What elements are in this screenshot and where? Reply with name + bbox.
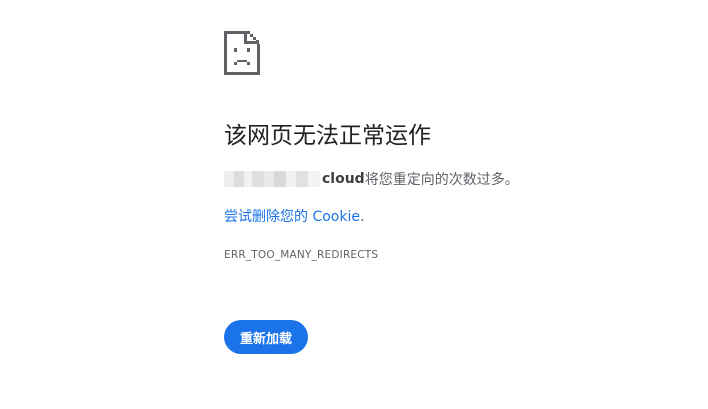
error-description: cloud 将您重定向的次数过多。 — [224, 169, 519, 189]
sad-page-icon — [224, 31, 260, 75]
error-code: ERR_TOO_MANY_REDIRECTS — [224, 249, 379, 261]
error-page: 该网页无法正常运作 cloud 将您重定向的次数过多。 尝试删除您的 Cooki… — [0, 0, 708, 409]
redacted-hostname — [224, 171, 320, 187]
suggestion: 尝试删除您的 Cookie. — [224, 207, 364, 227]
reload-button[interactable]: 重新加载 — [224, 320, 308, 354]
delete-cookies-link[interactable]: 尝试删除您的 Cookie — [224, 209, 360, 225]
description-text: 将您重定向的次数过多。 — [364, 172, 519, 188]
hostname-suffix: cloud — [322, 171, 365, 187]
page-title: 该网页无法正常运作 — [224, 123, 431, 149]
suggestion-period: . — [359, 209, 365, 225]
